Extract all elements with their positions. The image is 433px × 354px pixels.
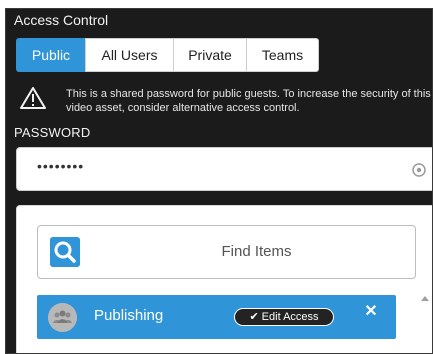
warning-text: This is a shared password for public gue… bbox=[66, 88, 431, 114]
list-item-label: Publishing bbox=[94, 307, 164, 324]
find-items-label: Find Items bbox=[221, 243, 292, 260]
scrollbar[interactable] bbox=[419, 294, 431, 353]
panel-title: Access Control bbox=[14, 12, 109, 28]
tab-all-users[interactable]: All Users bbox=[85, 38, 174, 72]
tab-public-label: Public bbox=[31, 47, 71, 63]
warning-triangle-icon bbox=[20, 87, 46, 109]
edit-access-button[interactable]: ✔ Edit Access bbox=[234, 308, 334, 326]
scroll-up-icon[interactable] bbox=[421, 296, 429, 301]
access-list-area: Find Items Publishing ✔ Edit Access ✕ bbox=[16, 205, 432, 353]
password-field[interactable]: •••••••• bbox=[16, 147, 432, 191]
tab-all-users-label: All Users bbox=[101, 47, 158, 63]
tab-teams[interactable]: Teams bbox=[246, 38, 319, 72]
search-icon bbox=[50, 237, 80, 267]
list-item[interactable]: Publishing ✔ Edit Access ✕ bbox=[37, 295, 396, 339]
group-icon bbox=[48, 303, 77, 332]
edit-access-label: Edit Access bbox=[261, 311, 319, 323]
tab-private-label: Private bbox=[188, 47, 232, 63]
tab-teams-label: Teams bbox=[261, 47, 304, 63]
eye-icon[interactable] bbox=[411, 162, 427, 178]
find-items-button[interactable]: Find Items bbox=[37, 225, 416, 279]
access-tabs: Public All Users Private Teams bbox=[16, 38, 319, 72]
password-label: PASSWORD bbox=[14, 125, 91, 140]
tab-private[interactable]: Private bbox=[173, 38, 247, 72]
tab-public[interactable]: Public bbox=[16, 38, 86, 72]
check-icon: ✔ bbox=[249, 310, 259, 323]
close-icon[interactable]: ✕ bbox=[364, 304, 378, 320]
access-control-panel: Access Control Public All Users Private … bbox=[5, 8, 433, 354]
password-value: •••••••• bbox=[37, 158, 85, 174]
